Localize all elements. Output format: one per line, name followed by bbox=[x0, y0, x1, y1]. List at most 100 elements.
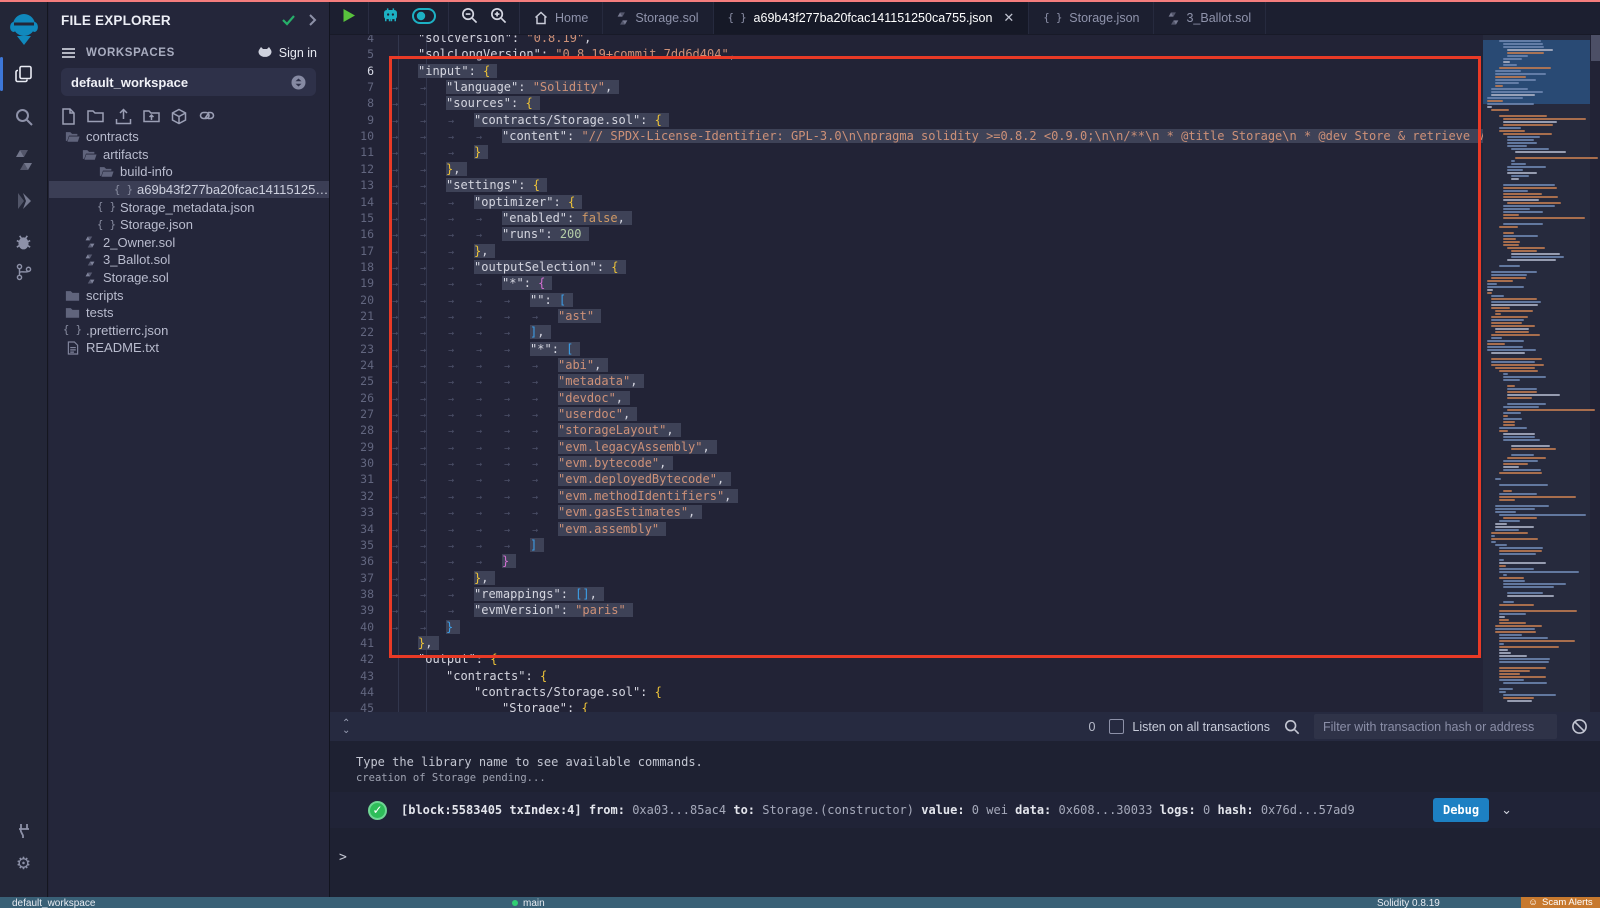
token: : bbox=[545, 227, 559, 241]
tree-item-artifacts[interactable]: artifacts bbox=[49, 146, 329, 164]
minimap-line bbox=[1495, 544, 1507, 546]
copilot-toggle[interactable] bbox=[412, 8, 436, 29]
tree-item-storage-metadata-json[interactable]: { }Storage_metadata.json bbox=[49, 198, 329, 216]
minimap-line bbox=[1515, 151, 1566, 153]
tree-item-a69b43f277ba20fcac141151250ca7-[interactable]: { }a69b43f277ba20fcac141151250ca7... bbox=[49, 181, 329, 199]
scam-alerts-badge[interactable]: ☺Scam Alerts bbox=[1521, 897, 1600, 908]
tx-field-value: 0xa03...85ac4 bbox=[625, 803, 733, 817]
tab-3-ballot-sol[interactable]: 3_Ballot.sol bbox=[1154, 2, 1266, 34]
token: { bbox=[655, 113, 662, 127]
new-file-button[interactable] bbox=[61, 108, 76, 130]
statusbar-branch[interactable]: main bbox=[512, 898, 545, 908]
close-tab-icon[interactable]: ✕ bbox=[1003, 10, 1014, 26]
tree-item-readme-txt[interactable]: README.txt bbox=[49, 339, 329, 357]
folder-open-icon bbox=[64, 130, 81, 143]
token: "evm.deployedBytecode" bbox=[558, 472, 717, 486]
tree-item-scripts[interactable]: scripts bbox=[49, 286, 329, 304]
box-icon-button[interactable] bbox=[171, 108, 187, 130]
tree-item-storage-json[interactable]: { }Storage.json bbox=[49, 216, 329, 234]
token: , bbox=[590, 587, 597, 601]
token: "outputSelection" bbox=[474, 260, 597, 274]
minimap[interactable] bbox=[1483, 35, 1590, 712]
selected-text: }, bbox=[474, 571, 495, 585]
minimap-line bbox=[1499, 577, 1524, 579]
zoom-out-button[interactable] bbox=[461, 7, 478, 29]
token: : bbox=[567, 701, 581, 712]
clear-console-icon[interactable] bbox=[1571, 718, 1588, 735]
token: , bbox=[481, 244, 488, 258]
upload-file-button[interactable] bbox=[115, 108, 132, 130]
workspace-select[interactable]: default_workspace bbox=[61, 68, 316, 96]
terminal-expand-chevrons[interactable]: ⌃⌄ bbox=[342, 720, 350, 734]
zoom-in-button[interactable] bbox=[490, 7, 507, 29]
line-number: 11 bbox=[330, 144, 374, 160]
sidebar-item-search[interactable] bbox=[0, 100, 47, 134]
sidebar-item-file-explorer[interactable] bbox=[0, 57, 47, 91]
collapse-panel-chevron[interactable] bbox=[308, 14, 317, 26]
tree-item-contracts[interactable]: contracts bbox=[49, 128, 329, 146]
transaction-expand-chevron[interactable]: ⌄ bbox=[1501, 802, 1512, 818]
minimap-line bbox=[1503, 43, 1543, 45]
sidebar-item-debugger[interactable] bbox=[0, 224, 47, 258]
link-icon-button[interactable] bbox=[198, 108, 216, 130]
upload-folder-button[interactable] bbox=[143, 108, 160, 130]
minimap-line bbox=[1499, 637, 1548, 639]
minimap-line bbox=[1491, 538, 1538, 540]
code-lines[interactable]: 4"solcVersion": "0.8.19",5"solcLongVersi… bbox=[330, 35, 1483, 712]
minimap-line bbox=[1507, 595, 1554, 597]
minimap-line bbox=[1503, 133, 1552, 135]
plug-icon bbox=[14, 821, 34, 841]
sign-in-button[interactable]: Sign in bbox=[257, 46, 317, 60]
debug-button[interactable]: Debug bbox=[1433, 798, 1489, 822]
sidebar-item-deploy-and-run[interactable] bbox=[0, 184, 47, 218]
terminal-panel: ⌃⌄ 0 Listen on all transactions Type the… bbox=[330, 712, 1600, 897]
minimap-line bbox=[1503, 586, 1554, 588]
tree-item-tests[interactable]: tests bbox=[49, 304, 329, 322]
minimap-line bbox=[1507, 247, 1545, 249]
token: : bbox=[512, 35, 526, 45]
minimap-line bbox=[1487, 343, 1505, 345]
tab-storage-json[interactable]: { } Storage.json bbox=[1029, 2, 1154, 34]
tree-item-3-ballot-sol[interactable]: 3_Ballot.sol bbox=[49, 251, 329, 269]
run-script-play-button[interactable] bbox=[342, 8, 356, 28]
listen-all-transactions-checkbox[interactable] bbox=[1109, 719, 1124, 734]
scrollbar-thumb[interactable] bbox=[1591, 35, 1600, 61]
transaction-summary: [block:5583405 txIndex:4] from: 0xa03...… bbox=[401, 803, 1355, 817]
minimap-line bbox=[1507, 139, 1534, 141]
minimap-line bbox=[1499, 634, 1522, 636]
sidebar-item-solidity-compiler[interactable] bbox=[0, 143, 47, 177]
minimap-line bbox=[1495, 328, 1529, 330]
statusbar-workspace[interactable]: default_workspace bbox=[12, 898, 95, 908]
workspaces-menu-icon[interactable] bbox=[61, 47, 76, 59]
sidebar-item-plugin-manager[interactable] bbox=[0, 814, 47, 848]
tree-item-build-info[interactable]: build-info bbox=[49, 163, 329, 181]
tab-a69b43-json[interactable]: { } a69b43f277ba20fcac141151250ca755.jso… bbox=[714, 2, 1030, 34]
line-number: 10 bbox=[330, 128, 374, 144]
editor-scrollbar[interactable] bbox=[1590, 35, 1600, 712]
minimap-line bbox=[1499, 646, 1559, 648]
line-content: "output": { bbox=[390, 651, 497, 667]
ai-assistant-robot-icon[interactable] bbox=[381, 6, 400, 30]
transaction-row[interactable]: ✓ [block:5583405 txIndex:4] from: 0xa03.… bbox=[330, 792, 1600, 828]
token: "storageLayout" bbox=[558, 423, 666, 437]
tree-item-2-owner-sol[interactable]: 2_Owner.sol bbox=[49, 234, 329, 252]
remix-logo[interactable] bbox=[0, 10, 47, 50]
line-number: 17 bbox=[330, 243, 374, 259]
minimap-line bbox=[1491, 541, 1496, 543]
minimap-line bbox=[1503, 214, 1519, 216]
token: , bbox=[537, 325, 544, 339]
token: : bbox=[518, 80, 532, 94]
token: , bbox=[666, 423, 673, 437]
new-folder-button[interactable] bbox=[87, 108, 104, 130]
selected-text: "optimizer": { bbox=[474, 195, 582, 209]
tree-item-storage-sol[interactable]: Storage.sol bbox=[49, 269, 329, 287]
minimap-line bbox=[1491, 352, 1525, 354]
selected-text: "userdoc", bbox=[558, 407, 637, 421]
sidebar-item-git[interactable] bbox=[0, 255, 47, 289]
code-editor[interactable]: 4"solcVersion": "0.8.19",5"solcLongVersi… bbox=[330, 35, 1600, 712]
transaction-filter-input[interactable] bbox=[1314, 714, 1557, 739]
sidebar-item-settings[interactable]: ⚙ bbox=[0, 847, 47, 881]
tab-storage-sol[interactable]: Storage.sol bbox=[603, 2, 713, 34]
tab-home[interactable]: Home bbox=[520, 2, 603, 34]
tree-item--prettierrc-json[interactable]: { }.prettierrc.json bbox=[49, 322, 329, 340]
